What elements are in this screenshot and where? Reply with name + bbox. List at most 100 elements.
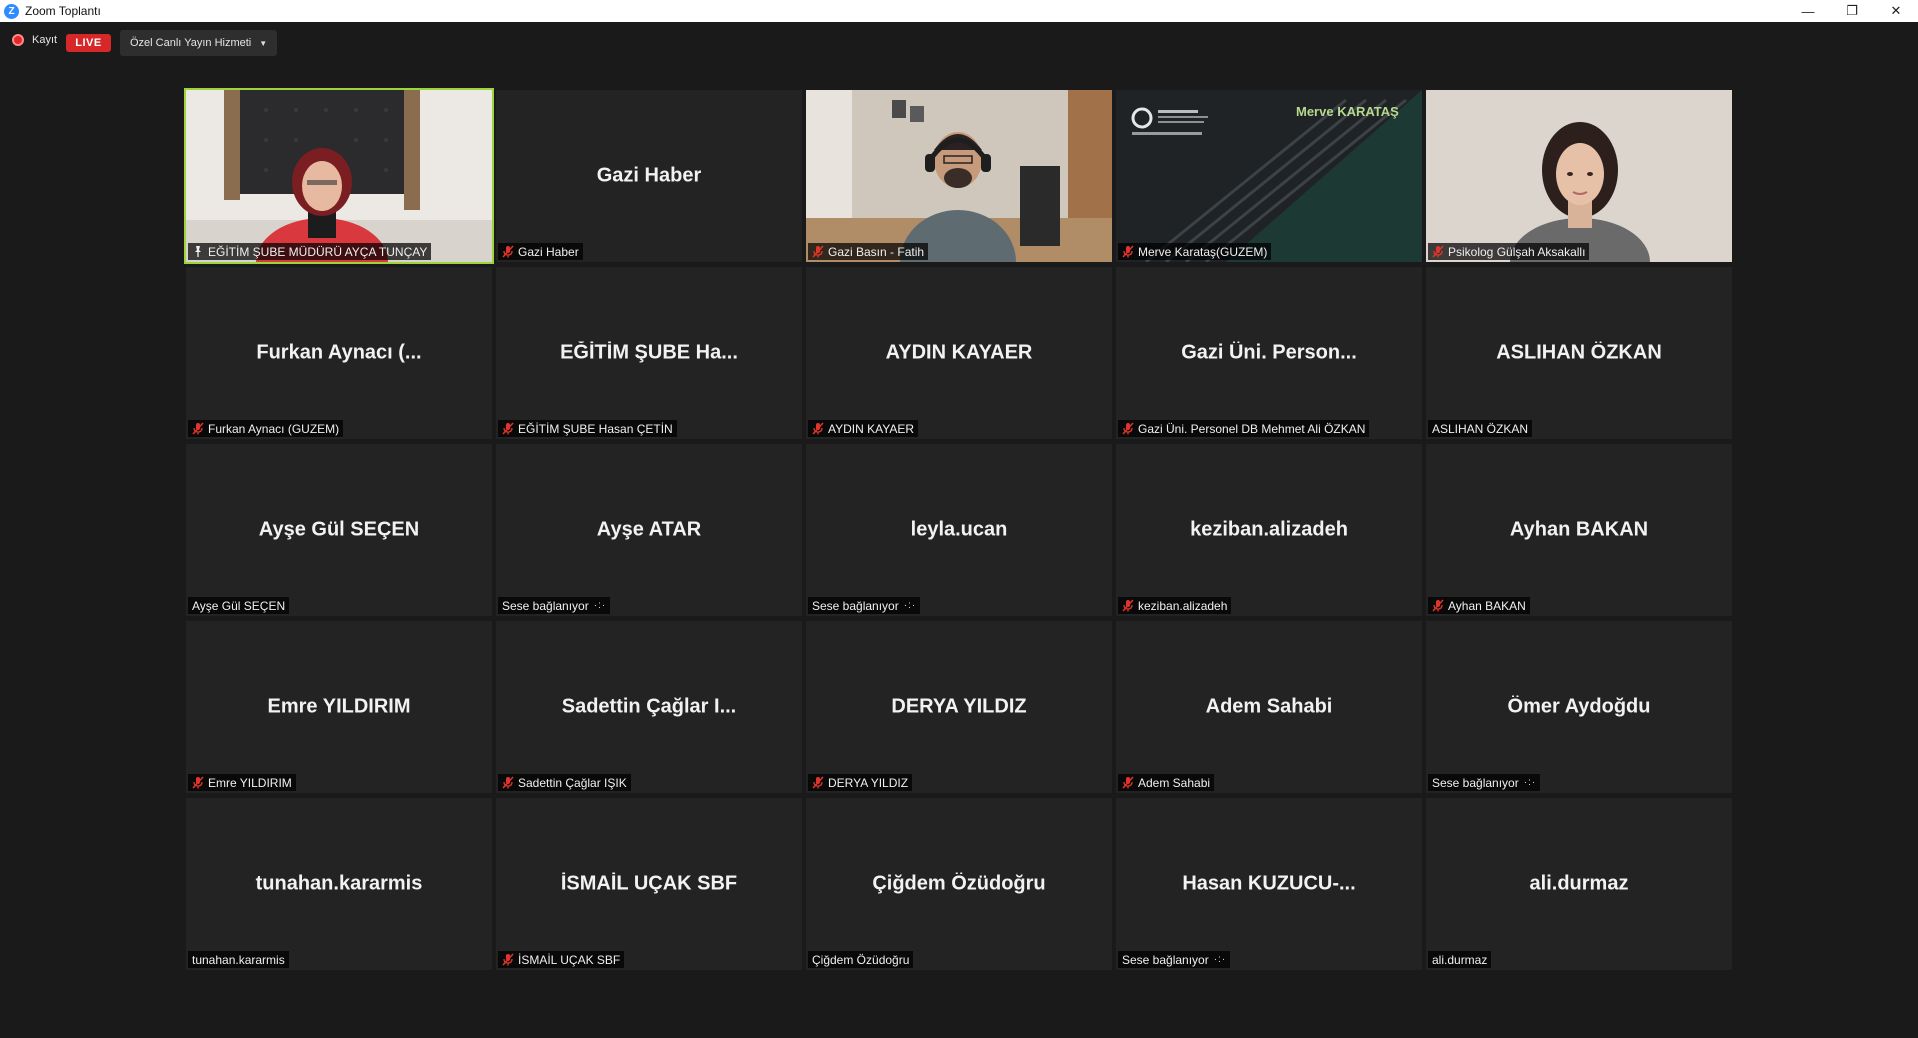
participant-tile[interactable]: Gazi Haber Gazi Haber — [496, 90, 802, 262]
window-title: Zoom Toplantı — [25, 4, 101, 18]
participant-tile[interactable]: tunahan.kararmis tunahan.kararmis — [186, 798, 492, 970]
participant-tile[interactable]: EĞİTİM ŞUBE Ha... EĞİTİM ŞUBE Hasan ÇETİN — [496, 267, 802, 439]
live-stream-service-button[interactable]: Özel Canlı Yayın Hizmeti ▼ — [120, 30, 278, 56]
participant-name-label: AYDIN KAYAER — [828, 421, 915, 436]
participant-name-label: Furkan Aynacı (GUZEM) — [208, 421, 340, 436]
video-gallery: EĞİTİM ŞUBE MÜDÜRÜ AYÇA TUNÇAY Gazi Haber… — [184, 88, 1732, 970]
participant-name-label: Gazi Basın - Fatih — [828, 244, 925, 259]
participant-tile[interactable]: Ömer Aydoğdu Sese bağlanıyor ·:· — [1426, 621, 1732, 793]
participant-tile[interactable]: Gazi Basın - Fatih — [806, 90, 1112, 262]
participant-tile[interactable]: Sadettin Çağlar I... Sadettin Çağlar IŞIK — [496, 621, 802, 793]
participant-display-name: AYDIN KAYAER — [885, 341, 1033, 364]
participant-display-name: keziban.alizadeh — [1190, 518, 1348, 541]
participant-nameplate: EĞİTİM ŞUBE MÜDÜRÜ AYÇA TUNÇAY — [188, 243, 432, 260]
mic-muted-icon — [192, 776, 204, 789]
participant-tile[interactable]: EĞİTİM ŞUBE MÜDÜRÜ AYÇA TUNÇAY — [184, 88, 494, 264]
pin-icon — [192, 245, 204, 258]
participant-name-label: ASLIHAN ÖZKAN — [1432, 421, 1529, 436]
participant-display-name: Çiğdem Özüdoğru — [872, 872, 1046, 895]
participant-name-label: ali.durmaz — [1432, 952, 1488, 967]
participant-display-name: Gazi Haber — [596, 164, 702, 187]
mic-muted-icon — [1432, 245, 1444, 258]
mic-muted-icon — [502, 953, 514, 966]
mic-muted-icon — [502, 776, 514, 789]
participant-nameplate: Furkan Aynacı (GUZEM) — [188, 420, 344, 437]
participant-name-label: Gazi Üni. Personel DB Mehmet Ali ÖZKAN — [1138, 421, 1366, 436]
participant-display-name: Adem Sahabi — [1205, 695, 1333, 718]
participant-nameplate: tunahan.kararmis — [188, 951, 289, 968]
participant-display-name: tunahan.kararmis — [255, 872, 423, 895]
participant-video: Merve KARATAŞ — [1116, 90, 1422, 262]
mic-muted-icon — [502, 422, 514, 435]
participant-tile[interactable]: Psikolog Gülşah Aksakallı — [1426, 90, 1732, 262]
mic-muted-icon — [1432, 599, 1444, 612]
participant-display-name: Furkan Aynacı (... — [256, 341, 422, 364]
minimize-button[interactable]: — — [1786, 0, 1830, 22]
title-bar: Z Zoom Toplantı — ❐ ✕ — [0, 0, 1918, 22]
mic-muted-icon — [1122, 422, 1134, 435]
mic-muted-icon — [192, 422, 204, 435]
participant-tile[interactable]: Hasan KUZUCU-... Sese bağlanıyor ·:· — [1116, 798, 1422, 970]
participant-display-name: Ayşe Gül SEÇEN — [258, 518, 420, 541]
participant-display-name: Ömer Aydoğdu — [1507, 695, 1651, 718]
participant-tile[interactable]: DERYA YILDIZ DERYA YILDIZ — [806, 621, 1112, 793]
participant-name-label: keziban.alizadeh — [1138, 598, 1228, 613]
recording-indicator[interactable]: Kayıt — [12, 34, 57, 46]
participant-tile[interactable]: ASLIHAN ÖZKAN ASLIHAN ÖZKAN — [1426, 267, 1732, 439]
meeting-toolbar — [0, 22, 1918, 66]
participant-display-name: İSMAİL UÇAK SBF — [560, 872, 738, 895]
close-button[interactable]: ✕ — [1874, 0, 1918, 22]
mic-muted-icon — [502, 245, 514, 258]
zoom-logo-icon: Z — [4, 3, 19, 19]
merve-banner-text: Merve KARATAŞ — [1296, 104, 1399, 119]
participant-name-label: Gazi Haber — [518, 244, 579, 259]
stream-service-label: Özel Canlı Yayın Hizmeti — [130, 37, 252, 49]
participant-nameplate: DERYA YILDIZ — [808, 774, 913, 791]
participant-tile[interactable]: Furkan Aynacı (... Furkan Aynacı (GUZEM) — [186, 267, 492, 439]
participant-name-label: Adem Sahabi — [1138, 775, 1211, 790]
mic-muted-icon — [1122, 599, 1134, 612]
participant-name-label: Merve Karataş(GUZEM) — [1138, 244, 1268, 259]
participant-tile[interactable]: AYDIN KAYAER AYDIN KAYAER — [806, 267, 1112, 439]
participant-nameplate: ASLIHAN ÖZKAN — [1428, 420, 1533, 437]
participant-nameplate: AYDIN KAYAER — [808, 420, 919, 437]
record-icon — [12, 34, 24, 46]
participant-name-label: Sese bağlanıyor — [812, 598, 899, 613]
connecting-spinner-icon: ·:· — [903, 600, 917, 611]
participant-tile[interactable]: leyla.ucan Sese bağlanıyor ·:· — [806, 444, 1112, 616]
restore-button[interactable]: ❐ — [1830, 0, 1874, 22]
participant-tile[interactable]: keziban.alizadeh keziban.alizadeh — [1116, 444, 1422, 616]
participant-tile[interactable]: Adem Sahabi Adem Sahabi — [1116, 621, 1422, 793]
participant-nameplate: Merve Karataş(GUZEM) — [1118, 243, 1272, 260]
participant-tile[interactable]: Ayşe ATAR Sese bağlanıyor ·:· — [496, 444, 802, 616]
participant-name-label: Psikolog Gülşah Aksakallı — [1448, 244, 1586, 259]
participant-tile[interactable]: Ayhan BAKAN Ayhan BAKAN — [1426, 444, 1732, 616]
participant-nameplate: Gazi Üni. Personel DB Mehmet Ali ÖZKAN — [1118, 420, 1370, 437]
participant-nameplate: Çiğdem Özüdoğru — [808, 951, 914, 968]
participant-display-name: Sadettin Çağlar I... — [561, 695, 737, 718]
participant-display-name: EĞİTİM ŞUBE Ha... — [560, 341, 738, 364]
participant-tile[interactable]: İSMAİL UÇAK SBF İSMAİL UÇAK SBF — [496, 798, 802, 970]
participant-display-name: DERYA YILDIZ — [891, 695, 1027, 718]
participant-tile[interactable]: ali.durmaz ali.durmaz — [1426, 798, 1732, 970]
participant-tile[interactable]: Emre YILDIRIM Emre YILDIRIM — [186, 621, 492, 793]
participant-tile[interactable]: Merve KARATAŞ Merve Karataş(GUZEM) — [1116, 90, 1422, 262]
participant-nameplate: Sese bağlanıyor ·:· — [498, 597, 611, 614]
participant-nameplate: Emre YILDIRIM — [188, 774, 296, 791]
participant-tile[interactable]: Ayşe Gül SEÇEN Ayşe Gül SEÇEN — [186, 444, 492, 616]
participant-display-name: ali.durmaz — [1529, 872, 1629, 895]
participant-name-label: Sese bağlanıyor — [1432, 775, 1519, 790]
participant-name-label: Emre YILDIRIM — [208, 775, 292, 790]
mic-muted-icon — [1122, 776, 1134, 789]
participant-tile[interactable]: Çiğdem Özüdoğru Çiğdem Özüdoğru — [806, 798, 1112, 970]
participant-video — [806, 90, 1112, 262]
participant-display-name: leyla.ucan — [910, 518, 1008, 541]
participant-name-label: Çiğdem Özüdoğru — [812, 952, 910, 967]
participant-tile[interactable]: Gazi Üni. Person... Gazi Üni. Personel DB… — [1116, 267, 1422, 439]
participant-display-name: Emre YILDIRIM — [267, 695, 411, 718]
participant-name-label: EĞİTİM ŞUBE Hasan ÇETİN — [518, 421, 673, 436]
participant-name-label: Sese bağlanıyor — [1122, 952, 1209, 967]
participant-nameplate: Sese bağlanıyor ·:· — [808, 597, 921, 614]
window-controls: — ❐ ✕ — [1786, 0, 1918, 22]
participant-display-name: Hasan KUZUCU-... — [1182, 872, 1356, 895]
